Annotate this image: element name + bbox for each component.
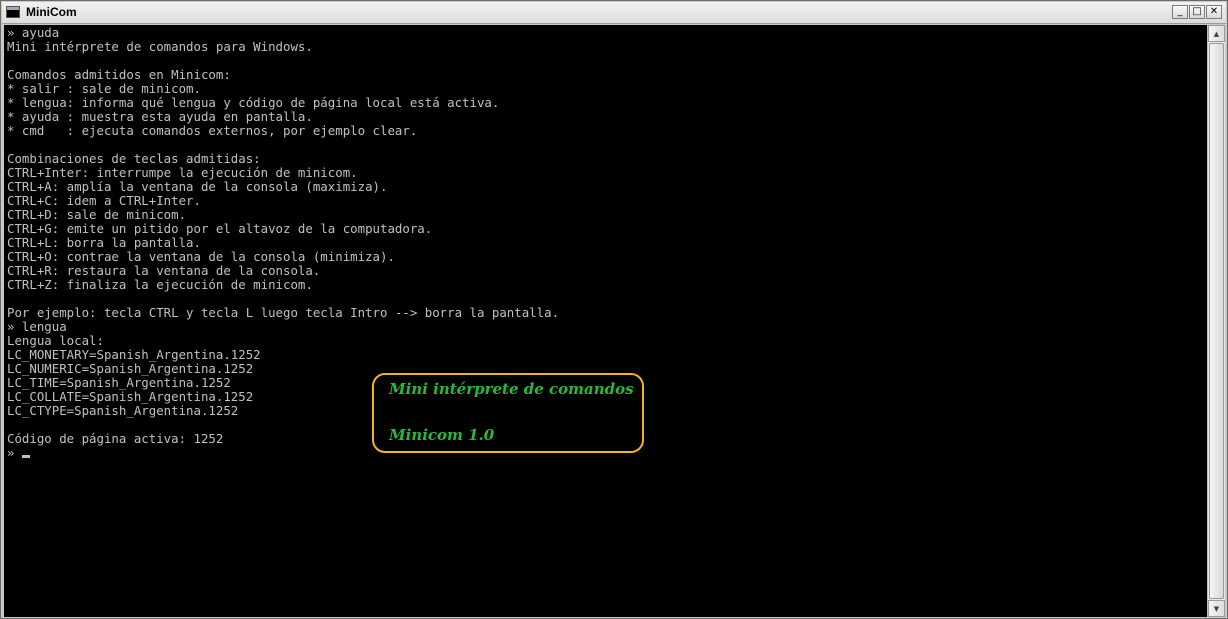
overlay-version: Minicom 1.0 xyxy=(389,426,495,444)
minicom-window: MiniCom _ □ ✕ » ayuda Mini intérprete de… xyxy=(0,0,1228,619)
vertical-scrollbar[interactable]: ▲ ▼ xyxy=(1207,25,1225,617)
overlay-title: Mini intérprete de comandos xyxy=(389,380,634,398)
text-cursor xyxy=(21,455,30,458)
scroll-up-arrow-icon[interactable]: ▲ xyxy=(1208,25,1225,42)
minimize-button[interactable]: _ xyxy=(1172,5,1188,19)
close-icon: ✕ xyxy=(1209,6,1219,17)
scroll-thumb[interactable] xyxy=(1209,43,1224,599)
title-bar[interactable]: MiniCom _ □ ✕ xyxy=(2,2,1226,24)
version-overlay-box: Mini intérprete de comandos Minicom 1.0 xyxy=(372,373,644,453)
close-button[interactable]: ✕ xyxy=(1206,5,1222,19)
maximize-icon: □ xyxy=(1192,6,1202,17)
minimize-icon: _ xyxy=(1177,6,1183,17)
caption-buttons: _ □ ✕ xyxy=(1172,5,1222,19)
scroll-down-arrow-icon[interactable]: ▼ xyxy=(1208,600,1225,617)
console-output-area[interactable]: » ayuda Mini intérprete de comandos para… xyxy=(4,25,1207,617)
console-window-icon[interactable] xyxy=(6,6,20,18)
window-title: MiniCom xyxy=(26,5,77,19)
maximize-button[interactable]: □ xyxy=(1189,5,1205,19)
console-prompt: » xyxy=(7,445,22,460)
